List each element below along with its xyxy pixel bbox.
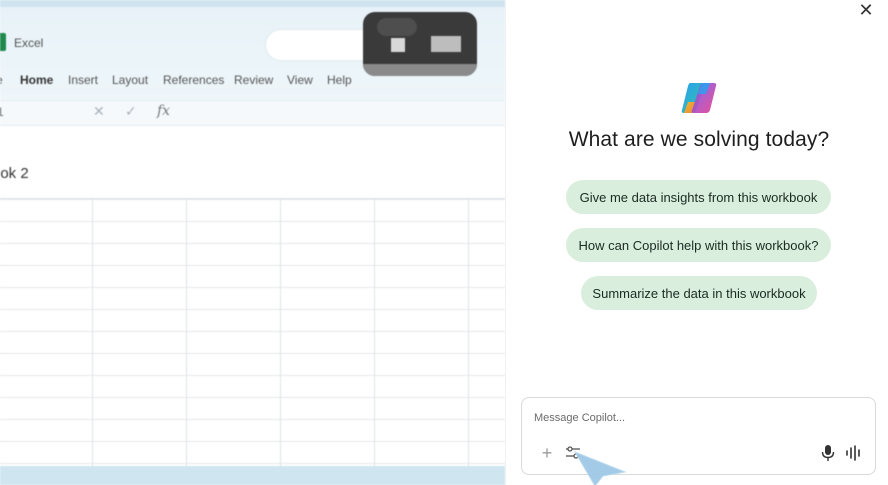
formula-bar: [0, 100, 505, 126]
copilot-headline: What are we solving today?: [568, 128, 830, 151]
spreadsheet-grid[interactable]: [0, 198, 505, 468]
excel-status-bar: [0, 466, 505, 485]
add-attachment-button[interactable]: +: [538, 444, 556, 462]
ribbon-tab-layout[interactable]: Layout: [112, 73, 148, 87]
ribbon-tab-help[interactable]: Help: [327, 73, 352, 87]
formula-enter-icon[interactable]: ✓: [125, 103, 137, 120]
suggestion-copilot-help[interactable]: How can Copilot help with this workbook?: [566, 228, 831, 262]
excel-app-icon: [0, 33, 6, 51]
close-button[interactable]: ✕: [852, 0, 880, 20]
microphone-icon[interactable]: [820, 444, 836, 462]
suggestion-summarize-data[interactable]: Summarize the data in this workbook: [581, 276, 817, 310]
name-box[interactable]: 1: [0, 105, 4, 119]
excel-app-name: Excel: [14, 36, 44, 50]
ribbon-tab-view[interactable]: View: [287, 73, 313, 87]
formula-cancel-icon[interactable]: ✕: [93, 103, 105, 120]
ribbon-tab-file[interactable]: e: [0, 73, 3, 87]
ribbon-tab-home[interactable]: Home: [20, 73, 53, 87]
mouse-cursor-icon: [573, 450, 627, 485]
insert-function-icon[interactable]: fx: [157, 103, 170, 119]
redacted-region: [363, 12, 477, 76]
excel-window: Excel e Home Insert Layout References Re…: [0, 0, 505, 485]
copilot-logo-icon: [681, 83, 717, 113]
excel-search-box[interactable]: [266, 30, 376, 60]
ribbon-tab-references[interactable]: References: [163, 73, 224, 87]
ribbon-tab-insert[interactable]: Insert: [68, 73, 98, 87]
ribbon-tab-review[interactable]: Review: [234, 73, 273, 87]
workbook-title: ook 2: [0, 165, 29, 182]
message-input[interactable]: [534, 410, 854, 426]
excel-top-strip: [0, 0, 505, 7]
suggestion-data-insights[interactable]: Give me data insights from this workbook: [566, 180, 831, 214]
voice-mode-icon[interactable]: [845, 444, 863, 462]
